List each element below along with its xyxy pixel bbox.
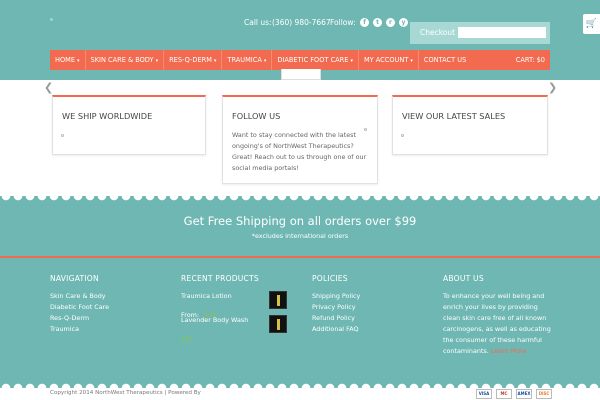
learn-more-link[interactable]: Learn More — [491, 347, 527, 355]
youtube-icon[interactable]: y — [399, 18, 408, 27]
product-item[interactable]: Lavender Body Wash $12 — [181, 315, 291, 343]
feature-box-follow-us: FOLLOW US Want to stay connected with th… — [222, 95, 378, 184]
box-title: FOLLOW US — [232, 111, 281, 121]
cart-total: $0 — [536, 56, 545, 64]
feature-box-latest-sales: VIEW OUR LATEST SALES — [392, 95, 548, 155]
chevron-down-icon: ▾ — [410, 58, 413, 64]
footer: NAVIGATION Skin Care & Body Diabetic Foo… — [0, 258, 600, 388]
shipping-subtitle: *excludes international orders — [251, 232, 349, 240]
mastercard-icon: MC — [496, 389, 512, 399]
nav-item-diabetic-foot-care[interactable]: DIABETIC FOOT CARE ▾ — [272, 50, 359, 70]
nav-item-home[interactable]: HOME ▾ — [50, 50, 86, 70]
bottom-bar: Copyright 2014 NorthWest Therapeutics | … — [0, 388, 600, 400]
chevron-down-icon: ▾ — [155, 58, 159, 64]
wave-divider — [0, 196, 600, 202]
phone-number[interactable]: (360) 980-7667 — [272, 18, 331, 27]
main-navigation: HOME ▾ SKIN CARE & BODY ▾ RES-Q-DERM ▾ TRAU… — [50, 50, 550, 70]
nav-item-traumica[interactable]: TRAUMICA ▾ — [222, 50, 273, 70]
chevron-down-icon: ▾ — [350, 58, 353, 64]
box-title: WE SHIP WORLDWIDE — [62, 111, 153, 121]
cart-icon[interactable]: 🛒 — [583, 14, 600, 34]
footer-heading: ABOUT US — [443, 274, 484, 283]
rss-icon[interactable]: r — [386, 18, 395, 27]
twitter-icon[interactable]: t — [373, 18, 382, 27]
bullet-icon — [61, 134, 64, 137]
footer-about: ABOUT US To enhance your well being and … — [443, 274, 553, 357]
footer-link[interactable]: Res-Q-Derm — [50, 313, 109, 324]
footer-heading: POLICIES — [312, 274, 348, 283]
footer-heading: NAVIGATION — [50, 274, 99, 283]
follow-label: Follow: — [330, 18, 356, 27]
feature-box-ship-worldwide: WE SHIP WORLDWIDE — [52, 95, 206, 155]
discover-icon: DISC — [536, 389, 552, 399]
footer-link[interactable]: Skin Care & Body — [50, 291, 109, 302]
nav-item-my-account[interactable]: MY ACCOUNT ▾ — [359, 50, 419, 70]
chevron-down-icon: ▾ — [77, 58, 80, 64]
facebook-icon[interactable]: f — [360, 18, 369, 27]
footer-link[interactable]: Diabetic Foot Care — [50, 302, 109, 313]
product-thumbnail[interactable] — [269, 291, 287, 309]
amex-icon: AMEX — [516, 389, 532, 399]
nav-item-res-q-derm[interactable]: RES-Q-DERM ▾ — [164, 50, 223, 70]
about-text: To enhance your well being and enrich yo… — [443, 292, 551, 355]
footer-recent-products: RECENT PRODUCTS Traumica Lotion From: $1… — [181, 274, 291, 343]
visa-icon: VISA — [476, 389, 492, 399]
footer-link[interactable]: Traumica — [50, 324, 109, 335]
nav-cart[interactable]: CART: $0 — [516, 50, 545, 70]
product-price: $12 — [181, 335, 194, 343]
slider-tab[interactable] — [281, 69, 321, 80]
footer-link[interactable]: Privacy Policy — [312, 302, 360, 313]
footer-link[interactable]: Refund Policy — [312, 313, 360, 324]
footer-navigation: NAVIGATION Skin Care & Body Diabetic Foo… — [50, 274, 109, 335]
copyright-text: Copyright 2014 NorthWest Therapeutics | … — [50, 390, 201, 396]
checkout-link[interactable]: Checkout — [420, 28, 455, 37]
shipping-title: Get Free Shipping on all orders over $99 — [183, 214, 417, 228]
footer-link[interactable]: Shipping Policy — [312, 291, 360, 302]
next-arrow-icon[interactable]: ❯ — [548, 81, 557, 94]
box-text: Want to stay connected with the latest o… — [232, 131, 367, 172]
footer-policies: POLICIES Shipping Policy Privacy Policy … — [312, 274, 360, 335]
logo-placeholder — [50, 18, 53, 21]
checkout-search-bar: Checkout — [410, 22, 550, 44]
box-title[interactable]: VIEW OUR LATEST SALES — [402, 111, 505, 121]
free-shipping-banner: Get Free Shipping on all orders over $99… — [0, 196, 600, 256]
nav-item-skin-care[interactable]: SKIN CARE & BODY ▾ — [86, 50, 165, 70]
chevron-down-icon: ▾ — [213, 58, 217, 64]
product-item[interactable]: Traumica Lotion From: $15 — [181, 291, 291, 319]
search-input[interactable] — [458, 27, 546, 38]
chevron-down-icon: ▾ — [263, 58, 267, 64]
nav-item-contact-us[interactable]: CONTACT US — [419, 50, 471, 70]
footer-heading: RECENT PRODUCTS — [181, 274, 259, 283]
bullet-icon — [401, 134, 404, 137]
prev-arrow-icon[interactable]: ❮ — [44, 81, 53, 94]
footer-link[interactable]: Additional FAQ — [312, 324, 360, 335]
contact-label: Call us: — [244, 18, 272, 27]
product-thumbnail[interactable] — [269, 315, 287, 333]
